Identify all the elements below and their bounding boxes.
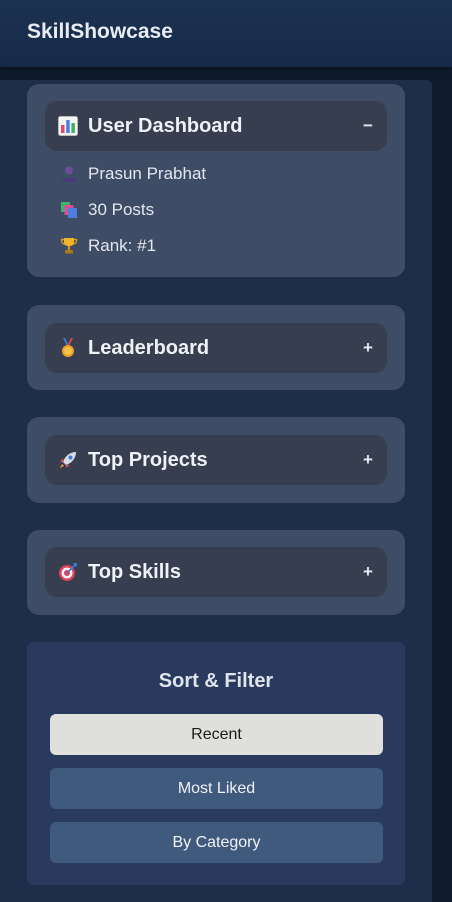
leaderboard-header[interactable]: Leaderboard + [45, 323, 387, 373]
user-dashboard-title: User Dashboard [88, 114, 243, 137]
stat-posts: 30 Posts [59, 200, 154, 220]
sort-filter-panel: Sort & Filter Recent Most Liked By Categ… [27, 642, 405, 885]
top-projects-title: Top Projects [88, 448, 208, 471]
user-dashboard-header[interactable]: User Dashboard − [45, 101, 387, 151]
top-projects-card: Top Projects + [27, 417, 405, 503]
stat-rank: Rank: #1 [59, 236, 156, 256]
sort-by-category-button[interactable]: By Category [50, 822, 383, 863]
leaderboard-title: Leaderboard [88, 336, 210, 359]
username-text: Prasun Prabhat [88, 164, 207, 183]
rocket-icon [57, 449, 79, 471]
expand-toggle[interactable]: + [357, 562, 379, 582]
expand-toggle[interactable]: + [357, 450, 379, 470]
posts-count-text: 30 Posts [88, 200, 155, 219]
sort-most-liked-button[interactable]: Most Liked [50, 768, 383, 809]
top-projects-header[interactable]: Top Projects + [45, 435, 387, 485]
brand-logo[interactable]: SkillShowcase [27, 20, 173, 44]
stat-username: Prasun Prabhat [59, 164, 206, 184]
medal-icon [57, 337, 79, 359]
rank-text: Rank: #1 [88, 236, 157, 255]
top-navbar: SkillShowcase [0, 0, 452, 67]
user-dashboard-card: User Dashboard − Prasun Prabhat 30 Posts [27, 84, 405, 277]
posts-icon [59, 200, 79, 220]
target-icon [57, 561, 79, 583]
top-skills-title: Top Skills [88, 560, 181, 583]
user-icon [59, 164, 79, 184]
leaderboard-card: Leaderboard + [27, 305, 405, 390]
top-skills-card: Top Skills + [27, 530, 405, 615]
trophy-icon [59, 236, 79, 256]
top-skills-header[interactable]: Top Skills + [45, 547, 387, 597]
sort-recent-button[interactable]: Recent [50, 714, 383, 755]
sort-filter-title: Sort & Filter [158, 670, 274, 692]
chart-icon [57, 115, 79, 137]
collapse-toggle[interactable]: − [357, 116, 379, 136]
expand-toggle[interactable]: + [357, 338, 379, 358]
